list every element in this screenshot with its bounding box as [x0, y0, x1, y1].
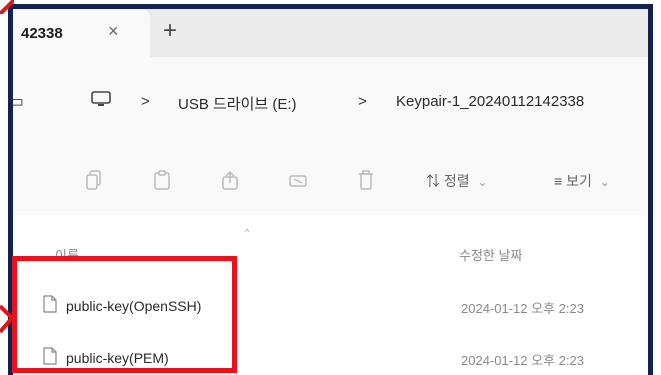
rename-icon[interactable]	[289, 169, 307, 191]
annotation-arrow-icon	[0, 304, 12, 334]
column-header-date[interactable]: 수정한 날짜	[459, 245, 522, 264]
paste-icon[interactable]	[153, 169, 171, 191]
tab-keypair[interactable]: 42338 ×	[13, 9, 150, 57]
sort-label: 정렬	[443, 173, 470, 189]
sort-caret-icon: ^	[245, 227, 250, 237]
folder-icon: ▭	[8, 91, 25, 111]
copy-icon[interactable]	[85, 169, 103, 191]
breadcrumb-separator: >	[141, 93, 150, 110]
breadcrumb-usb-drive[interactable]: USB 드라이브 (E:)	[178, 93, 297, 114]
new-tab-button[interactable]: +	[163, 17, 177, 45]
chevron-down-icon: ⌄	[477, 175, 488, 189]
command-toolbar: ⇅ 정렬 ⌄ ≡ 보기 ⌄	[13, 147, 648, 216]
breadcrumb-keypair-folder[interactable]: Keypair-1_20240112142338	[396, 93, 584, 110]
sort-button[interactable]: ⇅ 정렬 ⌄	[426, 171, 488, 191]
view-icon: ≡	[554, 173, 563, 189]
delete-icon[interactable]	[357, 169, 375, 191]
file-date: 2024-01-12 오후 2:23	[461, 301, 584, 316]
tab-title: 42338	[21, 25, 63, 42]
view-button[interactable]: ≡ 보기 ⌄	[554, 171, 610, 191]
file-date: 2024-01-12 오후 2:23	[461, 353, 584, 368]
pc-icon[interactable]	[91, 91, 111, 107]
tab-bar: 42338 × +	[13, 9, 648, 57]
close-icon[interactable]: ×	[108, 21, 119, 42]
highlight-box	[12, 256, 237, 373]
breadcrumb-separator: >	[358, 93, 367, 110]
chevron-down-icon: ⌄	[599, 175, 610, 189]
annotation-arrow-icon	[0, 0, 14, 14]
address-bar[interactable]: ▭ > USB 드라이브 (E:) > Keypair-1_2024011214…	[13, 57, 648, 147]
share-icon[interactable]	[221, 169, 239, 191]
view-label: 보기	[566, 173, 592, 189]
sort-icon: ⇅	[426, 173, 440, 189]
